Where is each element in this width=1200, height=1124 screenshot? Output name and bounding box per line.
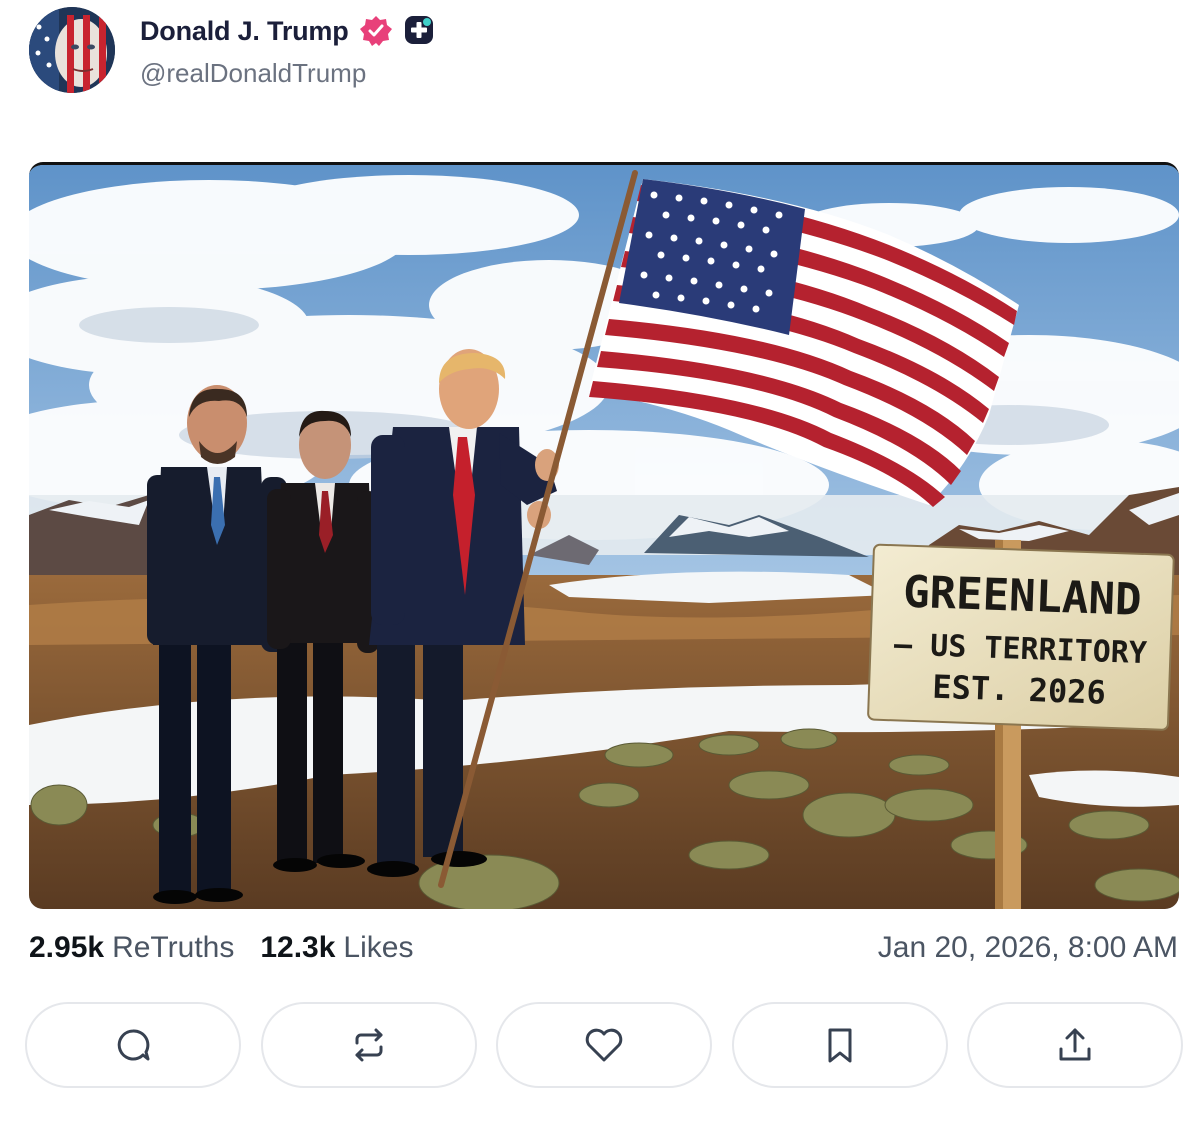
share-icon (1059, 1028, 1091, 1061)
author-display-name[interactable]: Donald J. Trump (140, 16, 349, 47)
action-bar (25, 1002, 1183, 1088)
flag-face-avatar (29, 7, 115, 93)
share-button[interactable] (967, 1002, 1183, 1088)
retruth-button[interactable] (260, 1002, 477, 1088)
post-timestamp[interactable]: Jan 20, 2026, 8:00 AM (878, 928, 1178, 968)
author-name-row: Donald J. Trump (140, 12, 437, 50)
author-handle[interactable]: @realDonaldTrump (140, 58, 366, 89)
retruths-stat[interactable]: 2.95k ReTruths (29, 931, 234, 965)
likes-stat[interactable]: 12.3k Likes (260, 931, 413, 965)
reply-icon (117, 1029, 150, 1061)
reply-button[interactable] (25, 1002, 241, 1088)
verified-badge-icon (359, 14, 393, 48)
likes-count: 12.3k (260, 931, 336, 964)
bookmark-button[interactable] (731, 1002, 948, 1088)
retruth-icon (355, 1028, 382, 1062)
likes-label: Likes (343, 931, 414, 964)
retruths-label: ReTruths (112, 931, 235, 964)
greenland-sign: GREENLAND – US TERRITORY EST. 2026 (867, 543, 1175, 731)
sign-line-1: GREENLAND (902, 567, 1142, 626)
like-button[interactable] (496, 1002, 712, 1088)
post-stats: 2.95k ReTruths 12.3k Likes (29, 928, 439, 968)
post-image[interactable]: GREENLAND – US TERRITORY EST. 2026 (29, 162, 1179, 909)
sign-line-3: EST. 2026 (932, 668, 1107, 712)
heart-icon (585, 1028, 623, 1062)
retruths-count: 2.95k (29, 931, 105, 964)
bookmark-icon (828, 1028, 851, 1063)
plus-badge-icon (403, 14, 437, 48)
avatar[interactable] (29, 7, 115, 93)
